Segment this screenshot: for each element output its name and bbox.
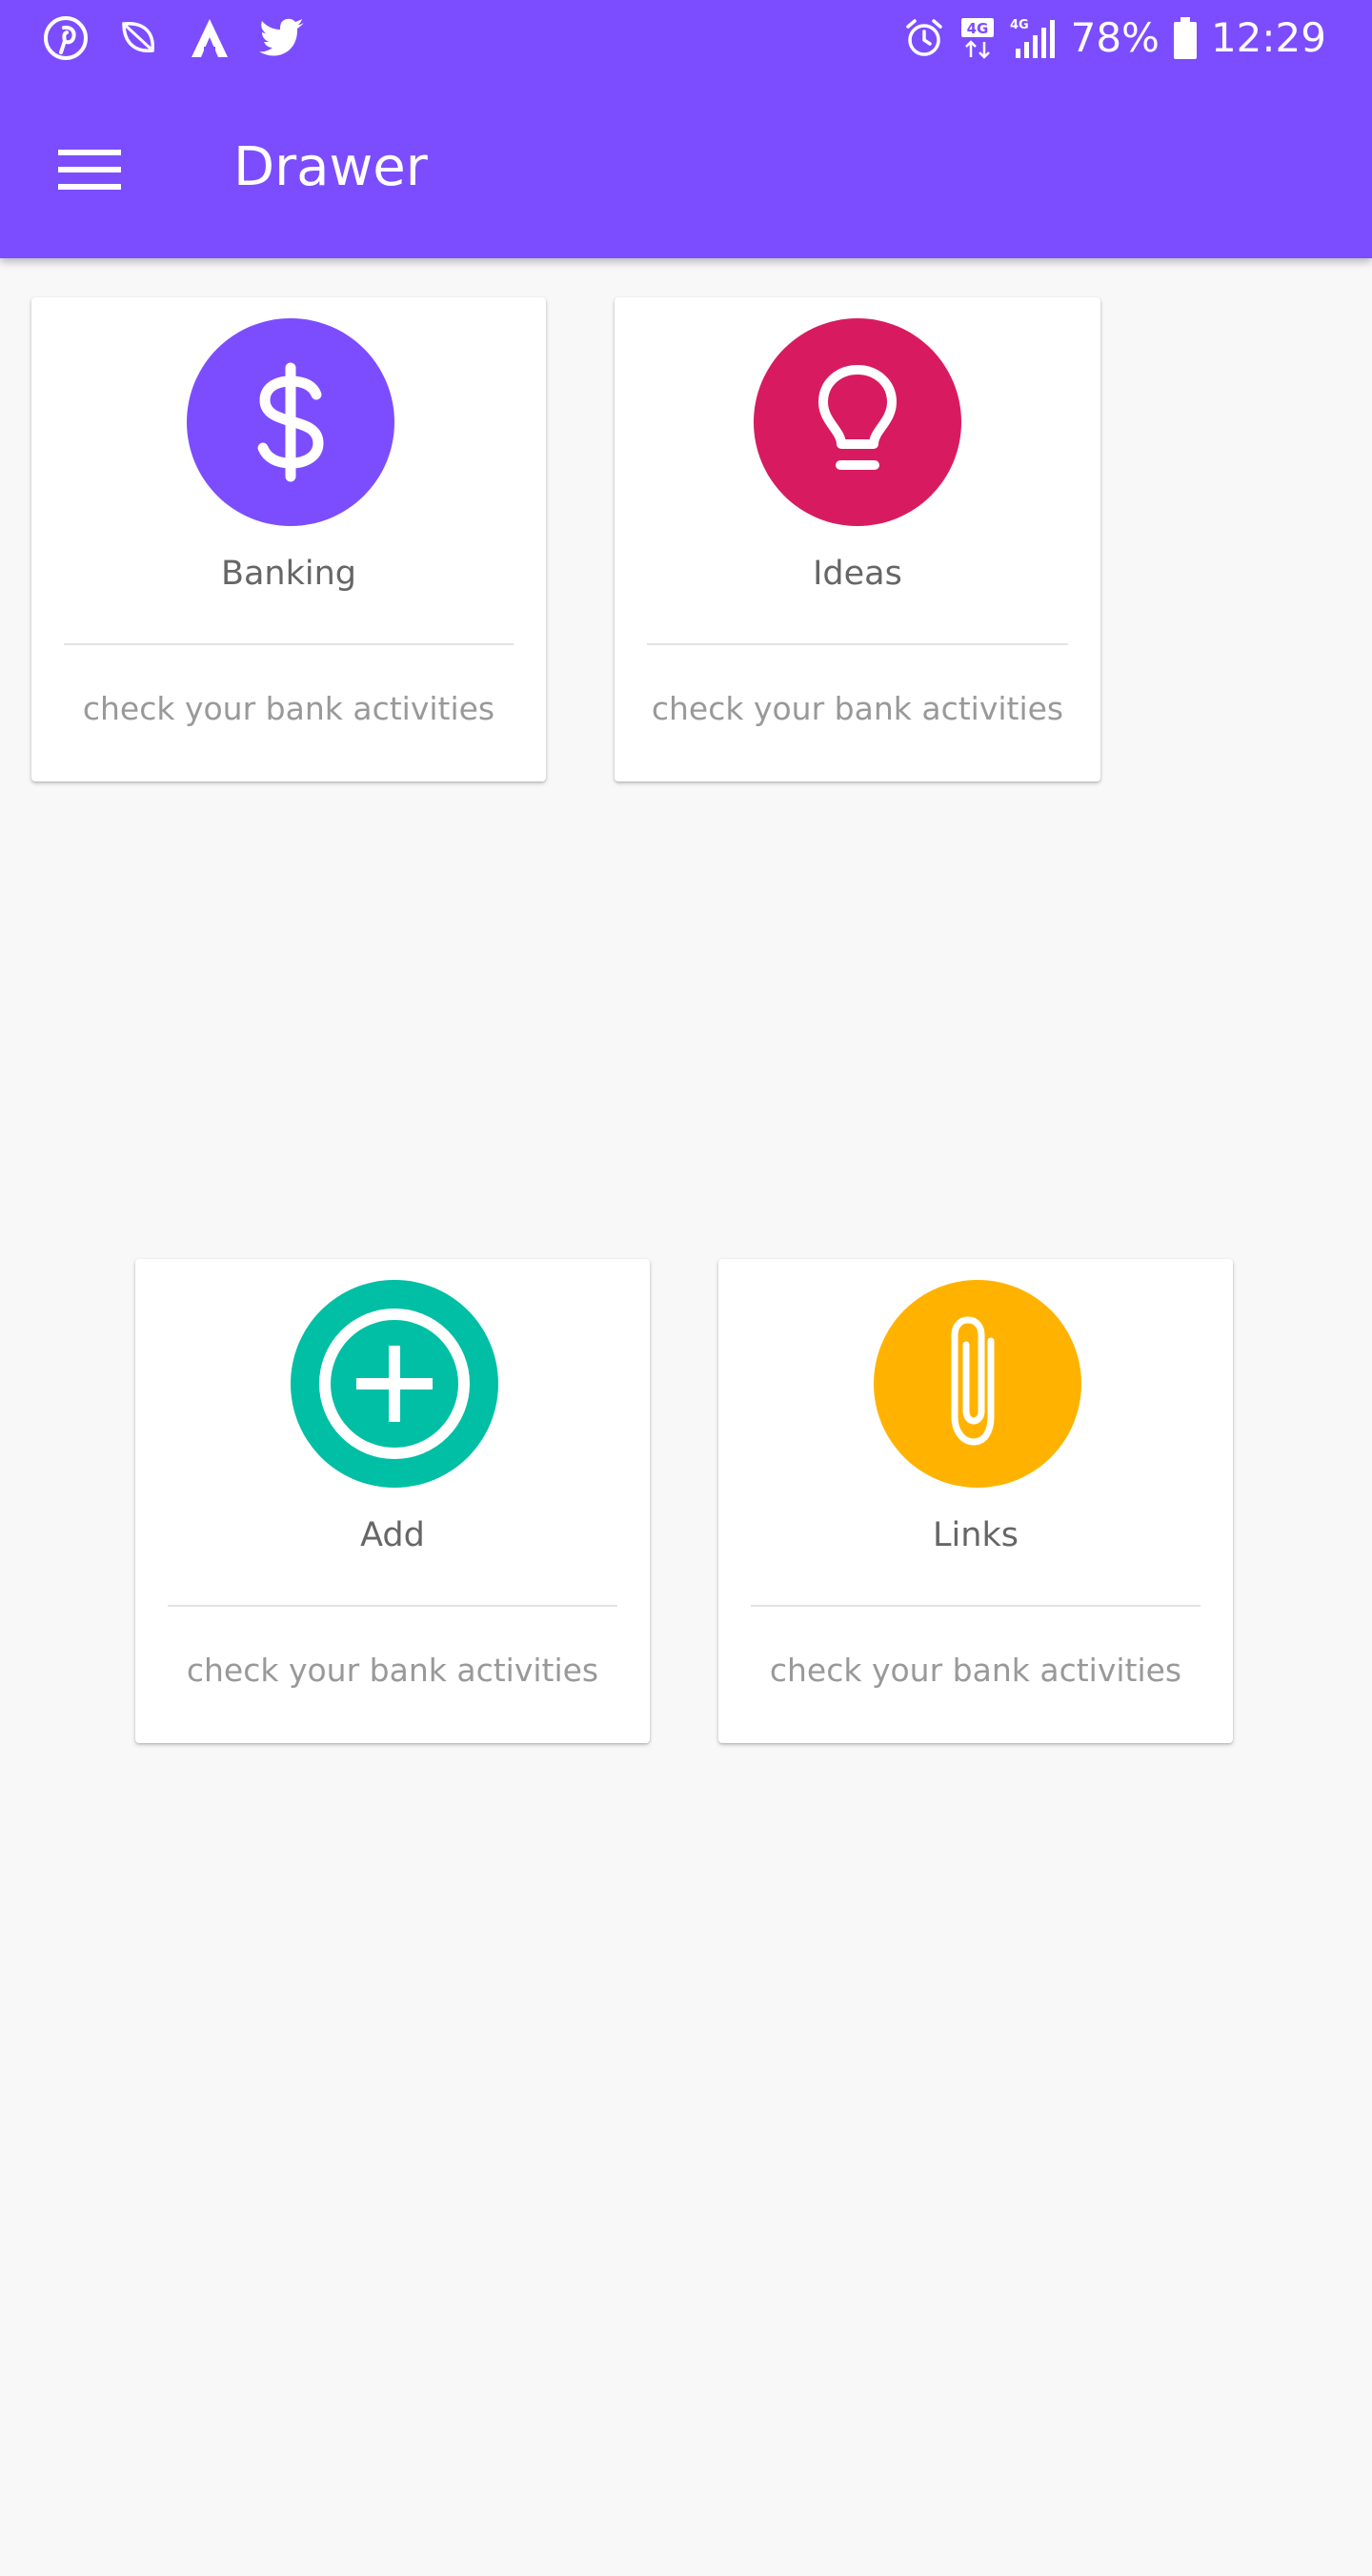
- card-divider: [647, 643, 1068, 645]
- card-links[interactable]: Links check your bank activities: [718, 1259, 1233, 1743]
- card-title: Links: [933, 1516, 1019, 1554]
- dollar-icon: [187, 318, 394, 526]
- card-subtitle: check your bank activities: [82, 690, 495, 727]
- card-divider: [751, 1605, 1200, 1607]
- lightbulb-icon: [754, 318, 961, 526]
- app-bar: 4G 4G 78% 12:29 Drawer: [0, 0, 1372, 258]
- page-title: Drawer: [233, 136, 428, 198]
- leaf-notification-icon: [116, 16, 160, 60]
- card-divider: [168, 1605, 617, 1607]
- card-banking[interactable]: Banking check your bank activities: [31, 297, 546, 781]
- pinterest-icon: [44, 16, 88, 60]
- arrow-logo-icon: [189, 16, 231, 60]
- toolbar: Drawer: [0, 76, 1372, 258]
- svg-text:4G: 4G: [966, 20, 988, 37]
- data-transfer-icon: 4G: [958, 16, 997, 60]
- notification-icons: [44, 11, 307, 65]
- card-subtitle: check your bank activities: [769, 1652, 1182, 1689]
- twitter-icon: [259, 17, 307, 59]
- system-status: 4G 4G 78% 12:29: [903, 10, 1326, 67]
- card-subtitle: check your bank activities: [651, 690, 1064, 727]
- card-title: Add: [360, 1516, 425, 1554]
- card-ideas[interactable]: Ideas check your bank activities: [615, 297, 1100, 781]
- alarm-icon: [903, 17, 945, 59]
- hamburger-menu-icon[interactable]: [42, 122, 137, 217]
- clock: 12:29: [1210, 14, 1326, 61]
- add-circle-icon: [291, 1280, 498, 1488]
- battery-percent: 78%: [1070, 14, 1160, 61]
- status-bar: 4G 4G 78% 12:29: [0, 0, 1372, 76]
- card-title: Banking: [220, 555, 357, 593]
- card-add[interactable]: Add check your bank activities: [135, 1259, 650, 1743]
- svg-text:4G: 4G: [1010, 18, 1029, 32]
- card-divider: [64, 643, 514, 645]
- card-title: Ideas: [813, 555, 902, 593]
- paperclip-icon: [874, 1280, 1081, 1488]
- signal-icon: 4G: [1010, 16, 1058, 60]
- card-subtitle: check your bank activities: [186, 1652, 599, 1689]
- battery-icon: [1173, 16, 1198, 60]
